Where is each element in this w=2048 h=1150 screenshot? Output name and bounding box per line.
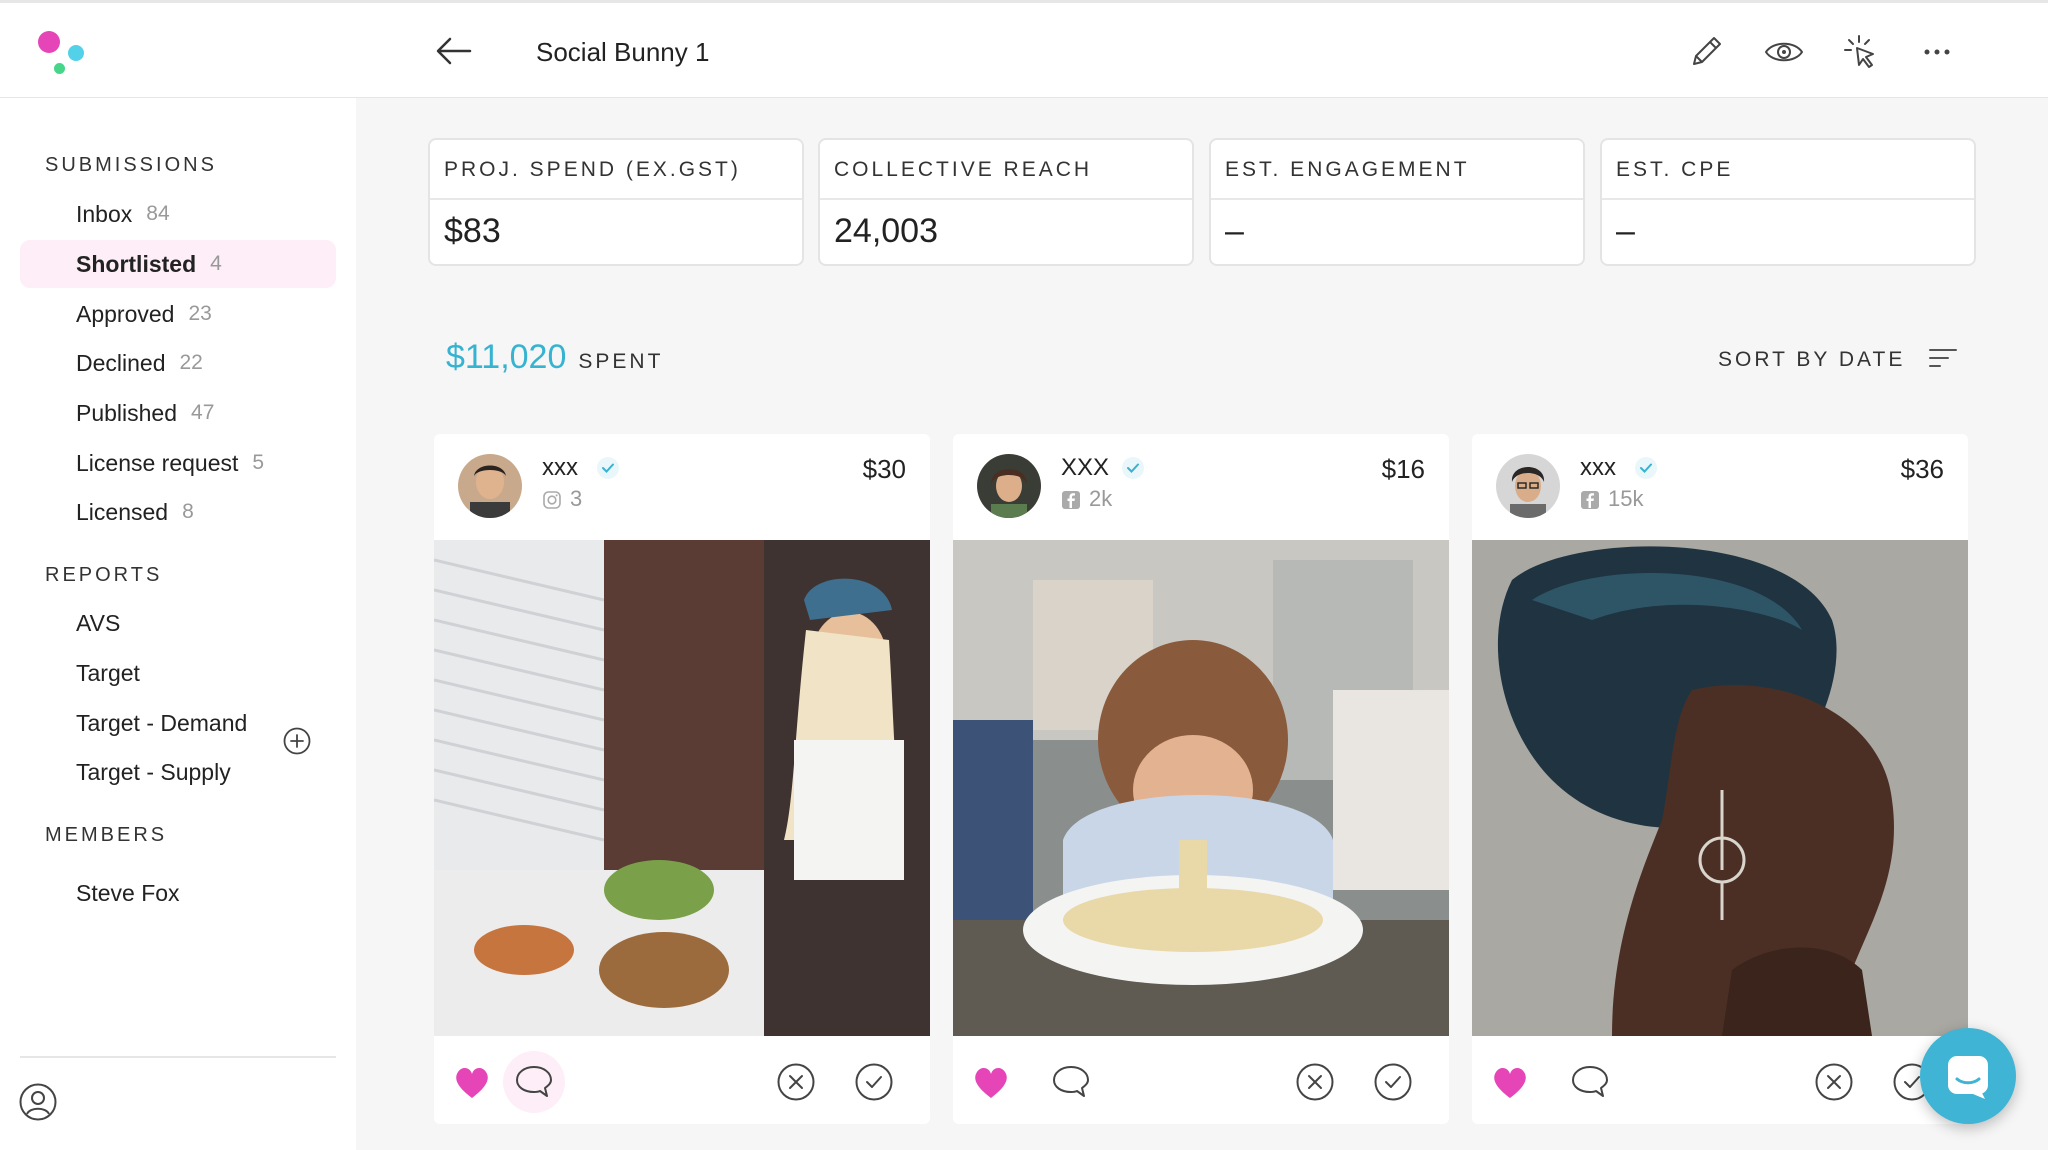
submission-card[interactable]: xxx 15k $36 (1472, 434, 1968, 1124)
eye-icon[interactable] (1761, 29, 1807, 75)
sidebar-item-label: AVS (76, 609, 121, 636)
sidebar-item-count: 5 (252, 451, 265, 474)
follower-count: 2k (1089, 486, 1113, 511)
sidebar-item-published[interactable]: Published 47 (20, 389, 336, 437)
stat-est-cpe: EST. CPE – (1600, 138, 1976, 266)
card-price: $16 (1381, 454, 1425, 484)
more-icon[interactable] (1914, 29, 1960, 75)
pencil-icon[interactable] (1683, 29, 1729, 75)
sidebar-item-member[interactable]: Steve Fox (20, 869, 336, 917)
sidebar-item-count: 22 (179, 351, 203, 374)
submission-card[interactable]: xxx 3 $30 (434, 434, 930, 1124)
chat-launcher-button[interactable] (1920, 1028, 2016, 1124)
like-heart-icon[interactable] (969, 1060, 1013, 1104)
creator-name[interactable]: XXX (1061, 454, 1109, 482)
verified-icon (1121, 456, 1145, 480)
spent-label: SPENT (578, 350, 664, 373)
click-icon[interactable] (1838, 29, 1884, 75)
instagram-icon (542, 490, 562, 510)
stat-value: – (1225, 212, 1244, 250)
creator-name[interactable]: xxx (542, 454, 578, 482)
spent-summary: $11,020 SPENT (446, 338, 663, 377)
approve-icon[interactable] (1371, 1060, 1415, 1104)
stat-value: – (1616, 212, 1635, 250)
follower-count: 15k (1608, 486, 1644, 511)
sidebar-item-label: Target - Demand (76, 709, 248, 736)
sidebar-item-approved[interactable]: Approved 23 (20, 290, 336, 338)
members-heading: MEMBERS (45, 824, 168, 846)
back-arrow-icon[interactable] (434, 33, 474, 69)
sidebar-item-count: 8 (182, 500, 194, 523)
verified-icon (596, 456, 620, 480)
stat-value: 24,003 (834, 212, 938, 250)
follower-count: 3 (570, 486, 583, 511)
app-logo[interactable] (36, 29, 86, 79)
sidebar-item-count: 84 (146, 202, 170, 225)
sidebar-item-inbox[interactable]: Inbox 84 (20, 190, 336, 238)
facebook-icon (1061, 490, 1081, 510)
stat-label: EST. ENGAGEMENT (1211, 140, 1583, 200)
sidebar-item-count: 4 (210, 252, 222, 275)
sidebar-item-count: 23 (188, 302, 212, 325)
sidebar-item-label: Target - Supply (76, 758, 231, 785)
sidebar-item-label: Inbox (76, 200, 133, 227)
sidebar-item-label: License request (76, 449, 239, 476)
sidebar: SUBMISSIONS Inbox 84 Shortlisted 4 Approve… (0, 98, 356, 1150)
page-title: Social Bunny 1 (536, 37, 710, 67)
facebook-icon (1580, 490, 1600, 510)
comment-icon[interactable] (1568, 1060, 1612, 1104)
spent-amount: $11,020 (446, 338, 567, 376)
add-member-icon[interactable] (282, 726, 312, 756)
avatar[interactable] (977, 454, 1041, 518)
decline-icon[interactable] (1812, 1060, 1856, 1104)
sidebar-item-declined[interactable]: Declined 22 (20, 339, 336, 387)
submission-photo[interactable] (1472, 540, 1968, 1036)
sidebar-item-shortlisted[interactable]: Shortlisted 4 (20, 240, 336, 288)
stat-collective-reach: COLLECTIVE REACH 24,003 (818, 138, 1194, 266)
approve-icon[interactable] (852, 1060, 896, 1104)
main-content: PROJ. SPEND (EX.GST) $83 COLLECTIVE REAC… (356, 98, 2048, 1150)
sidebar-item-license-request[interactable]: License request 5 (20, 439, 336, 487)
sidebar-item-licensed[interactable]: Licensed 8 (20, 488, 336, 536)
stat-value: $83 (444, 212, 501, 250)
stat-proj-spend: PROJ. SPEND (EX.GST) $83 (428, 138, 804, 266)
verified-icon (1634, 456, 1658, 480)
like-heart-icon[interactable] (450, 1060, 494, 1104)
stat-label: COLLECTIVE REACH (820, 140, 1192, 200)
top-bar: Social Bunny 1 (0, 0, 2048, 98)
submission-photo[interactable] (953, 540, 1449, 1036)
sidebar-item-label: Published (76, 399, 178, 426)
stat-label: PROJ. SPEND (EX.GST) (430, 140, 802, 200)
sort-icon[interactable] (1926, 344, 1960, 374)
sidebar-item-label: Approved (76, 300, 175, 327)
chat-icon (1948, 1056, 1988, 1099)
sidebar-item-label: Shortlisted (76, 250, 197, 277)
sidebar-item-target[interactable]: Target (20, 649, 336, 697)
sidebar-item-label: Declined (76, 349, 166, 376)
sidebar-divider (20, 1056, 336, 1058)
stat-label: EST. CPE (1602, 140, 1974, 200)
like-heart-icon[interactable] (1488, 1060, 1532, 1104)
card-price: $36 (1900, 454, 1944, 484)
sidebar-item-count: 47 (191, 401, 215, 424)
sort-by-date-button[interactable]: SORT BY DATE (1718, 348, 1905, 372)
avatar[interactable] (458, 454, 522, 518)
user-profile-icon[interactable] (18, 1082, 58, 1122)
decline-icon[interactable] (1293, 1060, 1337, 1104)
submission-photo[interactable] (434, 540, 930, 1036)
decline-icon[interactable] (774, 1060, 818, 1104)
card-price: $30 (862, 454, 906, 484)
sidebar-item-avs[interactable]: AVS (20, 599, 336, 647)
comment-icon[interactable] (503, 1051, 565, 1113)
sidebar-item-label: Target (76, 659, 140, 686)
creator-name[interactable]: xxx (1580, 454, 1616, 482)
comment-icon[interactable] (1049, 1060, 1093, 1104)
submissions-heading: SUBMISSIONS (45, 154, 217, 176)
stat-est-engagement: EST. ENGAGEMENT – (1209, 138, 1585, 266)
sidebar-item-label: Licensed (76, 498, 169, 525)
sidebar-item-label: Steve Fox (76, 879, 180, 906)
avatar[interactable] (1496, 454, 1560, 518)
reports-heading: REPORTS (45, 564, 163, 586)
submission-card[interactable]: XXX 2k $16 (953, 434, 1449, 1124)
